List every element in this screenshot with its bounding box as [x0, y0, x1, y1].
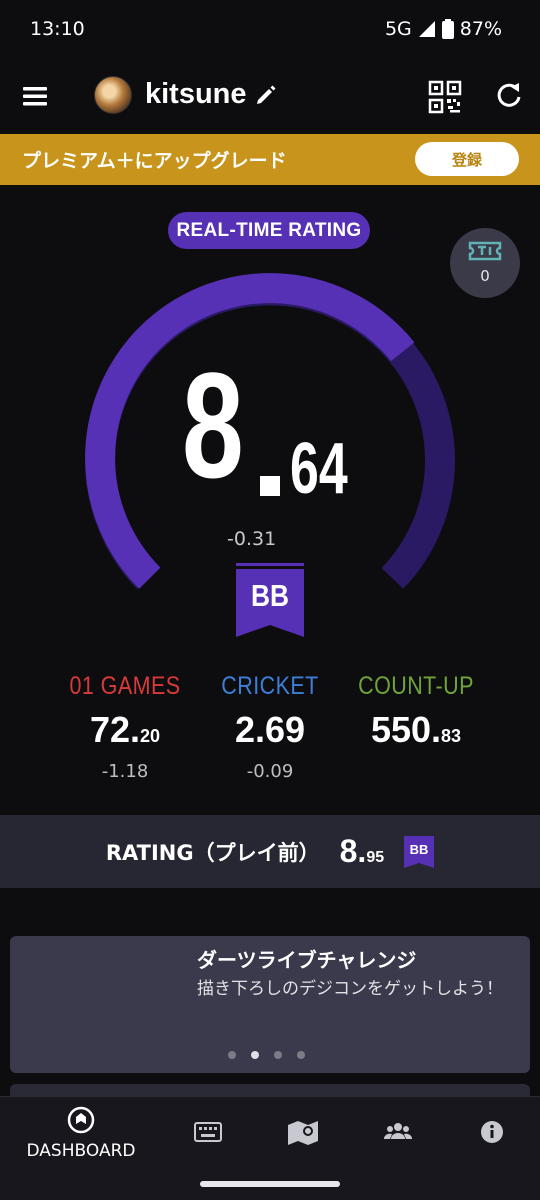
username[interactable]: kitsune — [145, 78, 247, 111]
carousel-page-dots[interactable] — [228, 1051, 305, 1059]
nav-keyboard[interactable] — [153, 1105, 263, 1175]
info-icon — [481, 1121, 503, 1143]
menu-icon[interactable] — [22, 82, 50, 110]
stat-value: 2.69 — [234, 709, 306, 750]
carousel-description: 描き下ろしのデジコンをゲットしよう！ — [197, 979, 503, 999]
carousel-dot[interactable] — [274, 1051, 282, 1059]
friends-icon — [383, 1123, 413, 1139]
stat-01-games[interactable]: 01 GAMES 72.20 -1.18 — [45, 672, 205, 782]
map-pin-icon — [288, 1121, 318, 1145]
upgrade-banner-text: プレミアム＋にアップグレード — [22, 150, 287, 172]
nav-dashboard[interactable]: DASHBOARD — [26, 1105, 136, 1175]
stat-title: COUNT-UP — [358, 672, 474, 700]
grade-label: BB — [250, 578, 290, 613]
stat-title: 01 GAMES — [69, 672, 181, 700]
battery-level: 87% — [459, 18, 502, 40]
rating-delta: -0.31 — [227, 528, 277, 550]
stat-delta: -1.18 — [101, 761, 149, 782]
pencil-icon[interactable] — [255, 84, 277, 106]
pre-play-rating-label: RATING（プレイ前） — [105, 840, 320, 865]
avatar[interactable] — [94, 76, 132, 114]
stat-value: 72.20 — [89, 709, 161, 750]
carousel-dot[interactable] — [297, 1051, 305, 1059]
network-label: 5G — [384, 18, 412, 40]
next-card-edge[interactable] — [10, 1084, 530, 1096]
rating-decimal: 64 — [290, 429, 348, 509]
carousel-title: ダーツライブチャレンジ — [197, 948, 417, 972]
nav-shop-map[interactable] — [248, 1105, 358, 1175]
rating-integer: 8 — [182, 341, 244, 509]
pre-play-rating-bar[interactable]: RATING（プレイ前） 8.95 BB — [0, 815, 540, 888]
nav-info[interactable] — [437, 1105, 540, 1175]
carousel-dot[interactable] — [228, 1051, 236, 1059]
upgrade-banner[interactable]: プレミアム＋にアップグレード 登録 — [0, 134, 540, 185]
refresh-icon[interactable] — [494, 80, 524, 110]
register-button[interactable]: 登録 — [415, 142, 519, 176]
status-time: 13:10 — [30, 18, 85, 40]
stat-title: CRICKET — [221, 672, 319, 700]
carousel-dot[interactable] — [251, 1051, 259, 1059]
news-carousel-card[interactable]: ダーツライブチャレンジ 描き下ろしのデジコンをゲットしよう！ — [10, 936, 530, 1073]
battery-icon — [441, 19, 454, 39]
signal-icon — [418, 21, 435, 37]
qr-code-icon[interactable] — [428, 80, 462, 114]
stat-cricket[interactable]: CRICKET 2.69 -0.09 — [190, 672, 350, 782]
stat-delta: -0.09 — [246, 761, 294, 782]
keyboard-icon — [194, 1122, 222, 1142]
app-header: kitsune — [0, 60, 540, 134]
dashboard-icon — [67, 1106, 95, 1134]
status-indicators: 5G 87% — [385, 18, 502, 40]
stat-count-up[interactable]: COUNT-UP 550.83 — [336, 672, 496, 761]
rating-decimal-point — [260, 476, 280, 496]
pre-play-grade-label: BB — [410, 842, 429, 857]
stat-value: 550.83 — [370, 709, 462, 750]
pre-play-rating-value: 8.95 — [339, 833, 385, 869]
pre-play-grade-badge: BB — [404, 835, 435, 868]
home-indicator[interactable] — [200, 1181, 340, 1187]
realtime-rating-pill: REAL-TIME RATING — [168, 212, 370, 249]
nav-dashboard-label: DASHBOARD — [26, 1141, 136, 1161]
status-bar: 13:10 5G 87% — [0, 0, 540, 60]
